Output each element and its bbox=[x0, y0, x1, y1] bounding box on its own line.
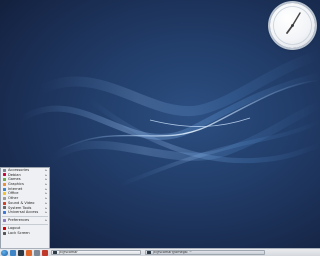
submenu-arrow-icon: ▸ bbox=[45, 210, 47, 215]
menu-item-label: Games bbox=[8, 177, 21, 182]
app-launcher-icon[interactable] bbox=[34, 250, 40, 256]
terminal-launcher-icon[interactable] bbox=[18, 250, 24, 256]
terminal-icon bbox=[147, 251, 151, 255]
sound-video-icon bbox=[2, 201, 6, 205]
taskbar-button-terminal[interactable]: jk@scomar bbox=[51, 249, 141, 256]
preferences-icon bbox=[2, 219, 6, 223]
internet-icon bbox=[2, 187, 6, 191]
office-icon bbox=[2, 192, 6, 196]
menu-item-label: Other bbox=[8, 196, 19, 201]
debian-icon bbox=[2, 173, 6, 177]
start-menu-button[interactable] bbox=[1, 249, 8, 256]
analog-clock-widget[interactable] bbox=[270, 3, 315, 48]
terminal-icon bbox=[53, 251, 57, 255]
menu-item-label: Accessories bbox=[8, 168, 30, 172]
menu-item-label: Internet bbox=[8, 186, 23, 191]
universal-access-icon bbox=[2, 210, 6, 214]
menu-item-preferences[interactable]: Preferences ▸ bbox=[1, 218, 49, 223]
bottom-panel: jk@scomar jk@scomar@omega: ~ bbox=[0, 248, 320, 256]
menu-item-label: System Tools bbox=[8, 205, 32, 210]
menu-item-label: Logout bbox=[8, 226, 21, 231]
menu-item-label: Preferences bbox=[8, 218, 30, 223]
menu-item-label: Office bbox=[8, 191, 19, 196]
menu-item-universal-access[interactable]: Universal Access ▸ bbox=[1, 210, 49, 215]
logout-icon bbox=[2, 227, 6, 231]
menu-item-label: Lock Screen bbox=[8, 231, 30, 235]
analog-clock-icon bbox=[273, 6, 312, 45]
accessories-icon bbox=[2, 168, 6, 172]
menu-item-label: Sound & Video bbox=[8, 200, 35, 205]
taskbar-button-terminal-active[interactable]: jk@scomar@omega: ~ bbox=[145, 249, 265, 256]
taskbar-label: jk@scomar bbox=[59, 249, 78, 254]
web-browser-icon[interactable] bbox=[26, 250, 32, 256]
application-menu: Accessories ▸ Debian ▸ Games ▸ Graphics … bbox=[0, 167, 50, 250]
menu-item-label: Debian bbox=[8, 172, 21, 177]
system-tools-icon bbox=[2, 206, 6, 210]
games-icon bbox=[2, 178, 6, 182]
app-launcher-icon[interactable] bbox=[42, 250, 48, 256]
taskbar-label: jk@scomar@omega: ~ bbox=[153, 249, 192, 254]
file-manager-icon[interactable] bbox=[10, 250, 16, 256]
lock-screen-icon bbox=[2, 231, 6, 235]
menu-item-lock-screen[interactable]: Lock Screen bbox=[1, 231, 49, 236]
menu-item-label: Graphics bbox=[8, 182, 24, 187]
other-icon bbox=[2, 196, 6, 200]
menu-item-label: Universal Access bbox=[8, 210, 39, 215]
menu-separator bbox=[2, 224, 48, 226]
submenu-arrow-icon: ▸ bbox=[45, 218, 47, 223]
graphics-icon bbox=[2, 182, 6, 186]
menu-separator bbox=[2, 216, 48, 218]
